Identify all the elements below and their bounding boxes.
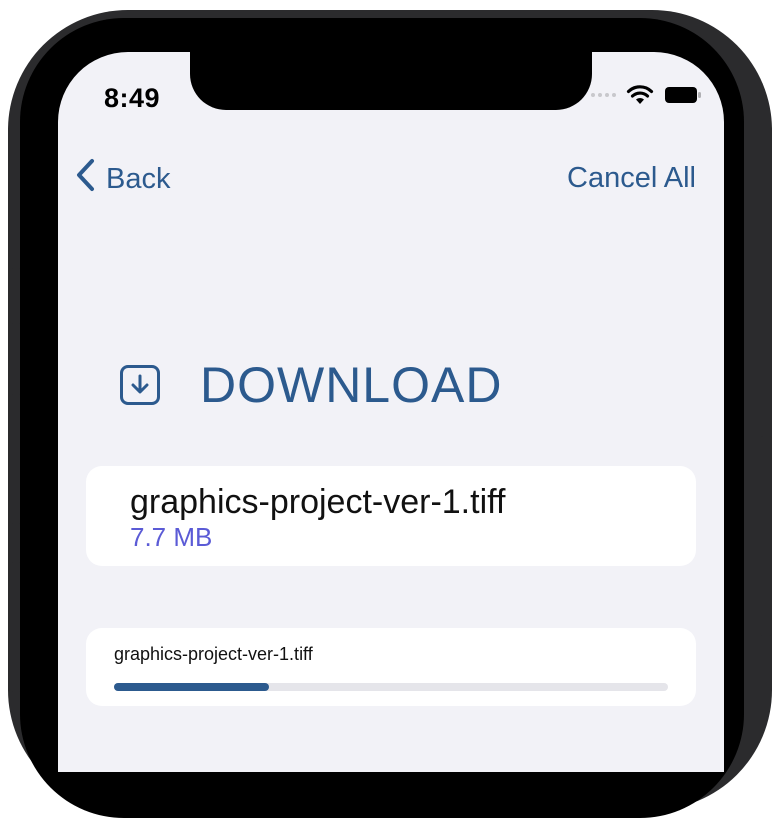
status-time: 8:49	[104, 83, 161, 113]
page-header: DOWNLOAD	[120, 356, 502, 414]
back-label: Back	[106, 162, 171, 195]
app-screen: 8:49 Back Cancel All DOWNLOAD graphics-p…	[58, 52, 724, 772]
progress-bar-fill	[114, 683, 270, 691]
back-button[interactable]: Back	[74, 158, 170, 200]
page-title: DOWNLOAD	[200, 357, 503, 413]
progress-file-name: graphics-project-ver-1.tiff	[114, 644, 313, 664]
cancel-all-button[interactable]: Cancel All	[567, 162, 696, 195]
file-size: 7.7 MB	[130, 522, 213, 552]
file-info-card: graphics-project-ver-1.tiff 7.7 MB	[86, 466, 696, 566]
chevron-left-icon	[74, 158, 96, 200]
status-icons	[591, 84, 702, 106]
power-button	[760, 436, 772, 636]
wifi-icon	[626, 84, 654, 106]
battery-icon	[664, 85, 702, 105]
file-name: graphics-project-ver-1.tiff	[130, 483, 506, 521]
download-icon	[120, 365, 160, 405]
cellular-signal-icon	[591, 93, 616, 97]
progress-bar	[114, 683, 668, 691]
notch	[190, 52, 592, 110]
download-progress-card: graphics-project-ver-1.tiff	[86, 628, 696, 706]
